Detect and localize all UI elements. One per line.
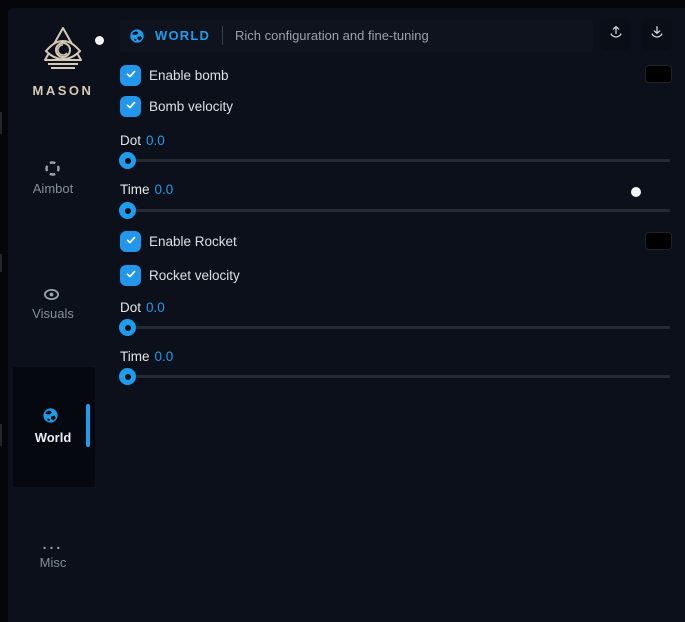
- page-title: WORLD: [155, 20, 210, 52]
- download-config-button[interactable]: [641, 19, 672, 50]
- slider-track-dot-1[interactable]: [120, 159, 670, 162]
- checkbox-label[interactable]: Enable Rocket: [149, 231, 237, 252]
- sidebar-label-aimbot[interactable]: Aimbot: [8, 181, 98, 196]
- eye-icon: [43, 286, 60, 303]
- sidebar-label-misc[interactable]: Misc: [8, 555, 98, 570]
- sidebar-item-visuals[interactable]: [43, 286, 60, 303]
- checkbox-label[interactable]: Enable bomb: [149, 65, 229, 86]
- slider-value: 0.0: [146, 300, 165, 315]
- slider-label-time: Time 0.0: [120, 349, 173, 364]
- slider-value: 0.0: [155, 182, 174, 197]
- checkbox-bomb-velocity[interactable]: [120, 96, 141, 117]
- slider-name: Dot: [120, 300, 141, 315]
- screen-artifact: [0, 424, 2, 446]
- check-icon: [125, 98, 137, 116]
- color-swatch-bomb[interactable]: [645, 65, 672, 83]
- crosshair-icon: [44, 160, 61, 177]
- slider-label-dot: Dot 0.0: [120, 133, 165, 148]
- slider-name: Time: [120, 182, 150, 197]
- check-icon: [125, 67, 137, 85]
- download-icon: [649, 24, 665, 45]
- sidebar-item-aimbot[interactable]: [44, 160, 61, 177]
- window-background: [8, 8, 685, 622]
- slider-name: Time: [120, 349, 150, 364]
- check-icon: [125, 233, 137, 251]
- checkbox-enable-bomb[interactable]: [120, 65, 141, 86]
- slider-name: Dot: [120, 133, 141, 148]
- sidebar-label-world[interactable]: World: [8, 430, 98, 445]
- sidebar-label-visuals[interactable]: Visuals: [8, 306, 98, 321]
- slider-handle-time-2[interactable]: [119, 368, 136, 385]
- globe-icon: [42, 407, 59, 429]
- ellipsis-icon[interactable]: ...: [8, 536, 98, 552]
- slider-value: 0.0: [146, 133, 165, 148]
- slider-handle-dot-1[interactable]: [119, 152, 136, 169]
- checkbox-label[interactable]: Bomb velocity: [149, 96, 233, 117]
- slider-label-time: Time 0.0: [120, 182, 173, 197]
- checkbox-label[interactable]: Rocket velocity: [149, 265, 240, 286]
- slider-handle-dot-2[interactable]: [119, 319, 136, 336]
- header-divider: [222, 26, 223, 45]
- slider-label-dot: Dot 0.0: [120, 300, 165, 315]
- slider-value: 0.0: [155, 349, 174, 364]
- upload-icon: [608, 24, 624, 45]
- upload-config-button[interactable]: [600, 19, 631, 50]
- slider-track-dot-2[interactable]: [120, 326, 670, 329]
- cursor-dot: [631, 187, 641, 197]
- logo-wordmark: MASON: [8, 83, 118, 98]
- cursor-dot: [95, 36, 104, 45]
- page-subtitle: Rich configuration and fine-tuning: [235, 20, 429, 52]
- slider-track-time-2[interactable]: [120, 375, 670, 378]
- app-window: MASON Aimbot Visuals World ... Misc: [0, 0, 685, 622]
- globe-icon: [129, 28, 145, 44]
- screen-artifact: [0, 112, 2, 134]
- check-icon: [125, 267, 137, 285]
- slider-handle-time-1[interactable]: [119, 202, 136, 219]
- slider-track-time-1[interactable]: [120, 209, 670, 212]
- screen-artifact: [0, 254, 2, 272]
- checkbox-enable-rocket[interactable]: [120, 231, 141, 252]
- checkbox-rocket-velocity[interactable]: [120, 265, 141, 286]
- mason-logo-icon: [36, 24, 90, 78]
- color-swatch-rocket[interactable]: [645, 232, 672, 250]
